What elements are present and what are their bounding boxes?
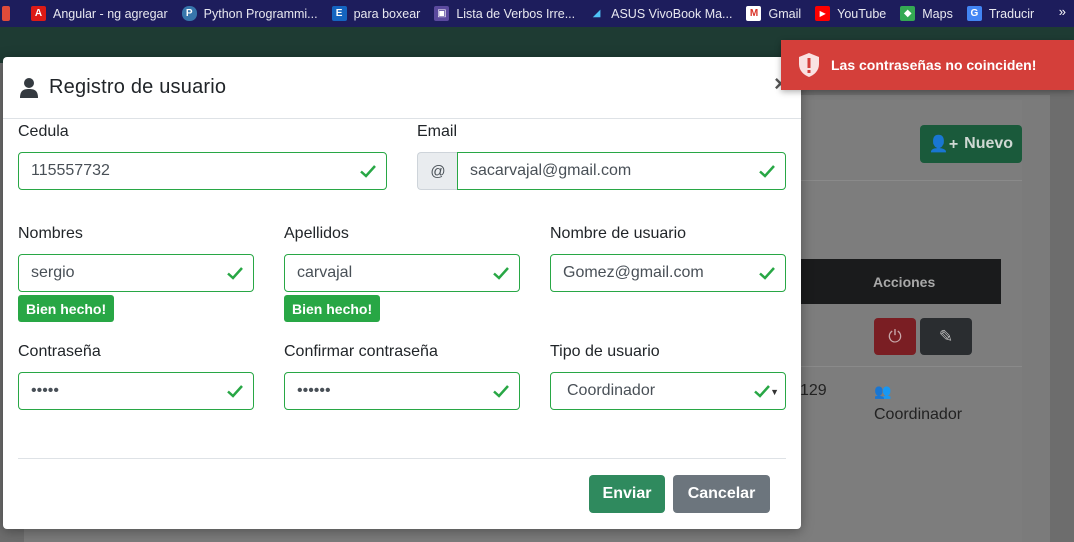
pencil-icon: ✎ (938, 326, 954, 346)
book-icon: ▣ (434, 6, 450, 21)
check-icon (227, 385, 243, 398)
row-divider (800, 366, 1022, 367)
gmail-icon: M (746, 6, 762, 21)
confirm-password-input[interactable]: •••••• (284, 372, 520, 410)
check-icon (759, 165, 775, 178)
toast-message: Las contraseñas no coinciden! (831, 57, 1037, 73)
translate-icon: G (966, 6, 982, 21)
apps-icon (2, 6, 10, 21)
nombres-valid-feedback: Bien hecho! (18, 295, 115, 322)
table-cell-role: Coordinador (874, 406, 963, 423)
divider (800, 180, 1022, 181)
e-icon: E (331, 6, 347, 21)
user-plus-icon: 👤+ (928, 136, 959, 153)
contrasena-label: Contraseña (18, 343, 101, 360)
bookmark-maps[interactable]: ◆ Maps (900, 6, 953, 21)
youtube-icon: ▶ (815, 6, 831, 21)
bookmark-boxear[interactable]: Epara boxear (331, 6, 420, 21)
submit-button[interactable]: Enviar (589, 475, 665, 513)
caret-down-icon: ▼ (770, 387, 779, 397)
table-header-actions: Acciones (800, 259, 1001, 304)
check-icon (360, 165, 376, 178)
modal-header: Registro de usuario × (3, 57, 801, 119)
cancel-button[interactable]: Cancelar (673, 475, 770, 513)
edit-button[interactable]: ✎ (920, 318, 972, 355)
check-icon (493, 385, 509, 398)
power-button[interactable]: ⏻ (874, 318, 916, 355)
new-user-button[interactable]: 👤+ Nuevo (920, 125, 1022, 163)
password-input[interactable]: ••••• (18, 372, 254, 410)
bookmark-angular[interactable]: A Angular - ng agregar (31, 6, 168, 21)
bookmarks-bar: A Angular - ng agregar P Python Programmi.… (0, 0, 1074, 27)
tipo-label: Tipo de usuario (550, 343, 660, 360)
maps-icon: ◆ (900, 6, 916, 21)
email-label: Email (417, 123, 458, 140)
apellidos-valid-feedback: Bien hecho! (284, 295, 381, 322)
usuario-label: Nombre de usuario (550, 225, 687, 242)
check-icon (759, 267, 775, 280)
angular-icon: A (31, 6, 46, 21)
bookmark-gmail[interactable]: M Gmail (746, 6, 801, 21)
error-toast[interactable]: Las contraseñas no coinciden! (781, 40, 1074, 90)
bookmark-python[interactable]: P Python Programmi... (181, 6, 318, 21)
table-cell-id: 129 (800, 382, 827, 399)
cedula-input[interactable]: 115557732 (18, 152, 387, 190)
check-icon (493, 267, 509, 280)
cedula-label: Cedula (18, 123, 69, 140)
at-addon: @ (417, 152, 458, 190)
users-cog-icon: 👥 (874, 383, 892, 399)
power-icon: ⏻ (888, 326, 902, 346)
bookmark-verbos[interactable]: ▣ Lista de Verbos Irre... (434, 6, 575, 21)
bookmark-translate[interactable]: G Traducir (966, 6, 1034, 21)
bookmarks-more-button[interactable]: » (1059, 4, 1066, 19)
apellidos-input[interactable]: carvajal (284, 254, 520, 292)
confirmar-label: Confirmar contraseña (284, 343, 438, 360)
nombres-label: Nombres (18, 225, 83, 242)
asus-icon: ◢ (592, 8, 601, 19)
bookmark-youtube[interactable]: ▶ YouTube (815, 6, 886, 21)
user-registration-modal: Registro de usuario × Cedula 115557732 E… (3, 57, 801, 529)
python-icon: P (181, 6, 197, 21)
check-icon (227, 267, 243, 280)
bookmark-apps[interactable] (2, 6, 17, 21)
modal-footer-divider (18, 458, 786, 459)
user-type-select[interactable]: Coordinador ▼ (550, 372, 786, 410)
nombres-input[interactable]: sergio (18, 254, 254, 292)
modal-title: Registro de usuario (49, 76, 227, 98)
bookmark-asus[interactable]: ◢ ASUS VivoBook Ma... (589, 6, 733, 21)
user-icon (20, 77, 38, 98)
check-icon (754, 385, 770, 398)
usuario-input[interactable]: Gomez@gmail.com (550, 254, 786, 292)
apellidos-label: Apellidos (284, 225, 349, 242)
email-input[interactable]: sacarvajal@gmail.com (457, 152, 786, 190)
shield-alert-icon (799, 53, 819, 77)
